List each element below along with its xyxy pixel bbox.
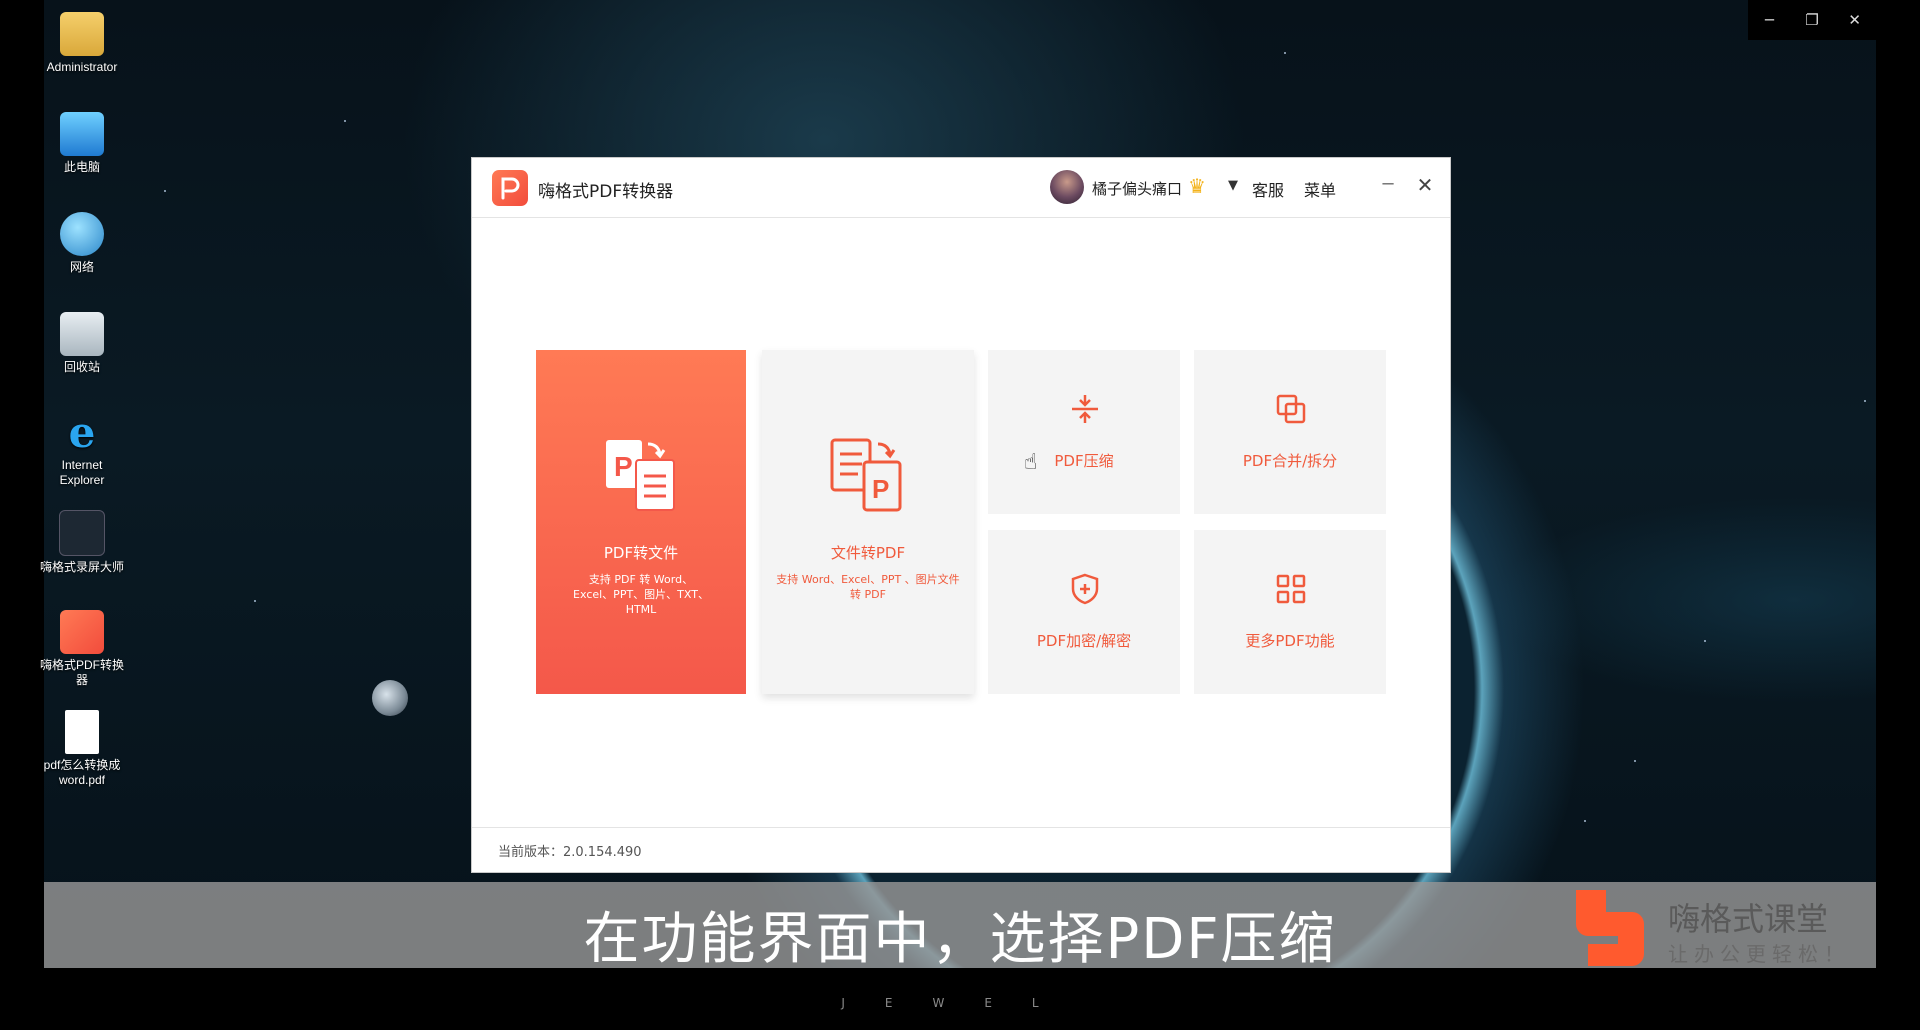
compress-icon bbox=[1072, 395, 1098, 423]
tile-label: PDF压缩 bbox=[1054, 452, 1114, 470]
subtitle-banner: 在功能界面中，选择PDF压缩 嗨格式课堂 让办公更轻松！ bbox=[44, 882, 1876, 972]
status-footer: 当前版本：2.0.154.490 bbox=[472, 827, 1450, 872]
desktop-icon-label: 此电脑 bbox=[63, 160, 100, 174]
screen-window-controls: ─ ❐ ✕ bbox=[1748, 0, 1876, 40]
shield-icon bbox=[1071, 573, 1099, 605]
grid-icon bbox=[1276, 574, 1306, 604]
version-label: 当前版本：2.0.154.490 bbox=[498, 845, 642, 860]
tile-description: 支持 Word、Excel、PPT 、图片文件转 PDF bbox=[776, 573, 960, 601]
tile-description: 支持 PDF 转 Word、Excel、PPT、图片、TXT、HTML bbox=[573, 573, 709, 616]
crown-icon: ♛ bbox=[1188, 174, 1206, 198]
desktop-icon-label: Administrator bbox=[46, 60, 118, 74]
bottom-watermark: JEWEL bbox=[841, 996, 1079, 1010]
tile-pdf-to-file[interactable]: P PDF转文件 支持 PDF 转 Word、Excel、PPT、图片、TXT、… bbox=[536, 350, 746, 694]
tile-file-to-pdf[interactable]: P 文件转PDF 支持 Word、Excel、PPT 、图片文件转 PDF bbox=[762, 350, 974, 694]
tile-more-features[interactable]: 更多PDF功能 bbox=[1194, 530, 1386, 694]
tile-label: 更多PDF功能 bbox=[1245, 632, 1335, 650]
app-close-button[interactable]: ✕ bbox=[1413, 173, 1437, 197]
desktop-icon-label: 网络 bbox=[69, 260, 94, 274]
customer-service-button[interactable]: 客服 bbox=[1252, 177, 1284, 201]
minimize-button[interactable]: ─ bbox=[1748, 0, 1791, 40]
desktop-icon-recycle-bin[interactable]: 回收站 bbox=[40, 312, 124, 375]
desktop-icon-pdf-file[interactable]: pdf怎么转换成word.pdf bbox=[40, 710, 124, 788]
moon bbox=[372, 680, 408, 716]
desktop-icon-screen-recorder[interactable]: 嗨格式录屏大师 bbox=[40, 510, 124, 575]
network-icon bbox=[60, 212, 104, 256]
tile-label: PDF合并/拆分 bbox=[1242, 452, 1338, 470]
desktop-icon-label: 嗨格式PDF转换器 bbox=[40, 658, 125, 687]
merge-split-icon bbox=[1276, 394, 1306, 424]
screen-recorder-icon bbox=[59, 510, 105, 556]
hand-cursor-icon: ☝ bbox=[1024, 450, 1038, 475]
desktop-icon-label: 回收站 bbox=[63, 360, 100, 374]
svg-text:P: P bbox=[872, 474, 889, 504]
desktop-icon-label: 嗨格式录屏大师 bbox=[40, 560, 125, 574]
desktop-icon-network[interactable]: 网络 bbox=[40, 212, 124, 275]
tile-pdf-encrypt[interactable]: PDF加密/解密 bbox=[988, 530, 1180, 694]
tile-label: PDF加密/解密 bbox=[1036, 632, 1132, 650]
svg-text:P: P bbox=[614, 451, 633, 482]
tile-label: 文件转PDF bbox=[830, 544, 906, 562]
restore-button[interactable]: ❐ bbox=[1791, 0, 1834, 40]
avatar[interactable] bbox=[1050, 170, 1084, 204]
brand-name: 嗨格式课堂 bbox=[1668, 900, 1829, 938]
computer-icon bbox=[60, 112, 104, 156]
app-minimize-button[interactable]: ─ bbox=[1376, 174, 1400, 198]
tile-pdf-merge-split[interactable]: PDF合并/拆分 bbox=[1194, 350, 1386, 514]
pdf-to-file-icon: P bbox=[606, 440, 675, 511]
pdf-file-icon bbox=[65, 710, 99, 754]
menu-button[interactable]: 菜单 bbox=[1304, 177, 1336, 201]
recycle-bin-icon bbox=[60, 312, 104, 356]
internet-explorer-icon: e bbox=[68, 407, 96, 457]
brand-slogan: 让办公更轻松！ bbox=[1668, 942, 1850, 966]
user-folder-icon bbox=[60, 12, 104, 56]
desktop-icon-pdf-converter[interactable]: 嗨格式PDF转换器 bbox=[40, 610, 124, 688]
user-name[interactable]: 橘子偏头痛口 bbox=[1092, 178, 1182, 199]
desktop-icon-internet-explorer[interactable]: e Internet Explorer bbox=[40, 410, 124, 488]
desktop-icon-this-pc[interactable]: 此电脑 bbox=[40, 112, 124, 175]
tile-label: PDF转文件 bbox=[603, 544, 679, 562]
app-logo-icon bbox=[492, 170, 528, 206]
chevron-down-icon[interactable]: ▼ bbox=[1228, 178, 1238, 193]
tile-pdf-compress[interactable]: PDF压缩 bbox=[988, 350, 1180, 514]
desktop-icon-label: Internet Explorer bbox=[59, 458, 105, 487]
close-button[interactable]: ✕ bbox=[1833, 0, 1876, 40]
pdf-converter-window: 嗨格式PDF转换器 橘子偏头痛口 ♛ ▼ 客服 菜单 ─ ✕ P PDF转文件 … bbox=[472, 158, 1450, 872]
brand-logo-icon bbox=[1576, 890, 1644, 966]
title-bar: 嗨格式PDF转换器 橘子偏头痛口 ♛ ▼ 客服 菜单 ─ ✕ bbox=[472, 158, 1450, 218]
file-to-pdf-icon: P bbox=[830, 438, 902, 512]
desktop-icon-label: pdf怎么转换成word.pdf bbox=[43, 758, 121, 787]
app-title: 嗨格式PDF转换器 bbox=[538, 182, 674, 202]
desktop-icon-administrator[interactable]: Administrator bbox=[40, 12, 124, 75]
pdf-converter-icon bbox=[60, 610, 104, 654]
